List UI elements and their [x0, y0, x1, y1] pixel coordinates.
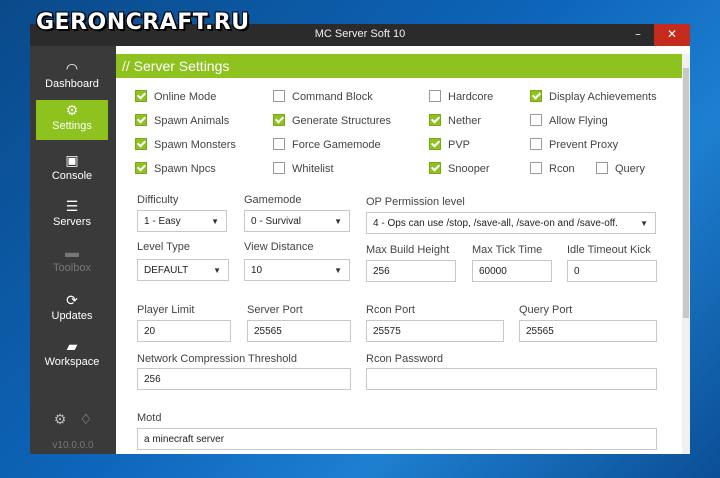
- difficulty-select[interactable]: 1 - Easy ▼: [137, 210, 227, 232]
- checkbox-query[interactable]: Query: [596, 161, 645, 177]
- terminal-icon: ▣: [65, 152, 79, 168]
- vertical-scrollbar[interactable]: [682, 54, 690, 454]
- checkbox-nether[interactable]: Nether: [429, 113, 481, 129]
- chevron-down-icon: ▼: [334, 217, 342, 226]
- checkbox-spawn-monsters[interactable]: Spawn Monsters: [135, 137, 236, 153]
- close-button[interactable]: ✕: [654, 24, 690, 46]
- toolbox-icon: ▬: [65, 244, 79, 260]
- network-compression-label: Network Compression Threshold: [137, 353, 297, 365]
- checkbox-force-gamemode[interactable]: Force Gamemode: [273, 137, 381, 153]
- checkbox-spawn-npcs[interactable]: Spawn Npcs: [135, 161, 216, 177]
- servers-icon: ☰: [65, 198, 79, 214]
- checkbox-spawn-animals[interactable]: Spawn Animals: [135, 113, 229, 129]
- sidebar-item-settings[interactable]: ⚙ Settings: [36, 100, 108, 140]
- max-build-height-label: Max Build Height: [366, 244, 450, 256]
- level-type-label: Level Type: [137, 241, 191, 253]
- sidebar: ◠ Dashboard ⚙ Settings ▣ Console ☰ Serve…: [30, 46, 116, 454]
- app-window: MC Server Soft 10 – ✕ ◠ Dashboard ⚙ Sett…: [30, 24, 690, 454]
- checkbox-hardcore[interactable]: Hardcore: [429, 89, 493, 105]
- difficulty-label: Difficulty: [137, 194, 179, 206]
- motd-label: Motd: [137, 412, 162, 424]
- version-label: v10.0.0.0: [52, 440, 94, 451]
- sidebar-item-toolbox: ▬ Toolbox: [36, 242, 108, 282]
- query-port-label: Query Port: [519, 304, 573, 316]
- gamemode-label: Gamemode: [244, 194, 302, 206]
- view-distance-label: View Distance: [244, 241, 314, 253]
- rcon-password-label: Rcon Password: [366, 353, 444, 365]
- server-port-input[interactable]: 25565: [247, 320, 351, 342]
- view-distance-select[interactable]: 10 ▼: [244, 259, 350, 281]
- sidebar-item-label: Settings: [52, 120, 92, 132]
- op-permission-select[interactable]: 4 - Ops can use /stop, /save-all, /save-…: [366, 212, 656, 234]
- checkbox-generate-structures[interactable]: Generate Structures: [273, 113, 391, 129]
- checkbox-allow-flying[interactable]: Allow Flying: [530, 113, 608, 129]
- page-title: // Server Settings: [116, 54, 686, 78]
- sidebar-item-label: Dashboard: [45, 78, 99, 90]
- minimize-button[interactable]: –: [628, 24, 648, 46]
- sidebar-item-updates[interactable]: ⟳ Updates: [36, 290, 108, 330]
- idle-timeout-input[interactable]: 0: [567, 260, 657, 282]
- op-permission-label: OP Permission level: [366, 196, 465, 208]
- gauge-icon: ◠: [65, 60, 79, 76]
- chevron-down-icon: ▼: [211, 217, 219, 226]
- sidebar-item-label: Console: [51, 170, 93, 182]
- sidebar-item-label: Servers: [53, 216, 91, 228]
- max-tick-time-input[interactable]: 60000: [472, 260, 552, 282]
- refresh-icon: ⟳: [66, 292, 78, 308]
- player-limit-input[interactable]: 20: [137, 320, 231, 342]
- max-build-height-input[interactable]: 256: [366, 260, 456, 282]
- max-tick-time-label: Max Tick Time: [472, 244, 543, 256]
- chevron-down-icon: ▼: [334, 266, 342, 275]
- checkbox-prevent-proxy[interactable]: Prevent Proxy: [530, 137, 618, 153]
- chevron-down-icon: ▼: [640, 219, 648, 228]
- gamepad-icon[interactable]: ♢: [80, 412, 93, 428]
- checkbox-online-mode[interactable]: Online Mode: [135, 89, 216, 105]
- server-port-label: Server Port: [247, 304, 303, 316]
- settings-gear-icon[interactable]: ⚙: [54, 412, 67, 428]
- checkbox-command-block[interactable]: Command Block: [273, 89, 373, 105]
- rcon-port-input[interactable]: 25575: [366, 320, 504, 342]
- checkbox-display-achievements[interactable]: Display Achievements: [530, 89, 657, 105]
- checkbox-rcon[interactable]: Rcon: [530, 161, 575, 177]
- rcon-port-label: Rcon Port: [366, 304, 415, 316]
- rcon-password-input[interactable]: [366, 368, 657, 390]
- player-limit-label: Player Limit: [137, 304, 195, 316]
- sidebar-item-label: Workspace: [44, 356, 100, 368]
- level-type-select[interactable]: DEFAULT ▼: [137, 259, 229, 281]
- checkbox-snooper[interactable]: Snooper: [429, 161, 490, 177]
- folder-icon: ▰: [66, 338, 78, 354]
- query-port-input[interactable]: 25565: [519, 320, 657, 342]
- sidebar-item-label: Toolbox: [53, 262, 91, 274]
- checkbox-pvp[interactable]: PVP: [429, 137, 470, 153]
- site-watermark: GERONCRAFT.RU: [36, 10, 250, 35]
- network-compression-input[interactable]: 256: [137, 368, 351, 390]
- settings-panel: // Server Settings Online Mode Command B…: [116, 46, 690, 454]
- sidebar-tools: ⚙ ♢: [30, 412, 116, 428]
- sidebar-item-servers[interactable]: ☰ Servers: [36, 196, 108, 236]
- chevron-down-icon: ▼: [213, 266, 221, 275]
- sidebar-item-dashboard[interactable]: ◠ Dashboard: [36, 58, 108, 98]
- checkbox-whitelist[interactable]: Whitelist: [273, 161, 334, 177]
- sidebar-item-console[interactable]: ▣ Console: [36, 150, 108, 190]
- scrollbar-thumb[interactable]: [683, 68, 689, 318]
- sidebar-item-label: Updates: [51, 310, 93, 322]
- motd-input[interactable]: a minecraft server: [137, 428, 657, 450]
- sidebar-item-workspace[interactable]: ▰ Workspace: [36, 336, 108, 376]
- gamemode-select[interactable]: 0 - Survival ▼: [244, 210, 350, 232]
- idle-timeout-label: Idle Timeout Kick: [567, 244, 651, 256]
- gears-icon: ⚙: [65, 102, 79, 118]
